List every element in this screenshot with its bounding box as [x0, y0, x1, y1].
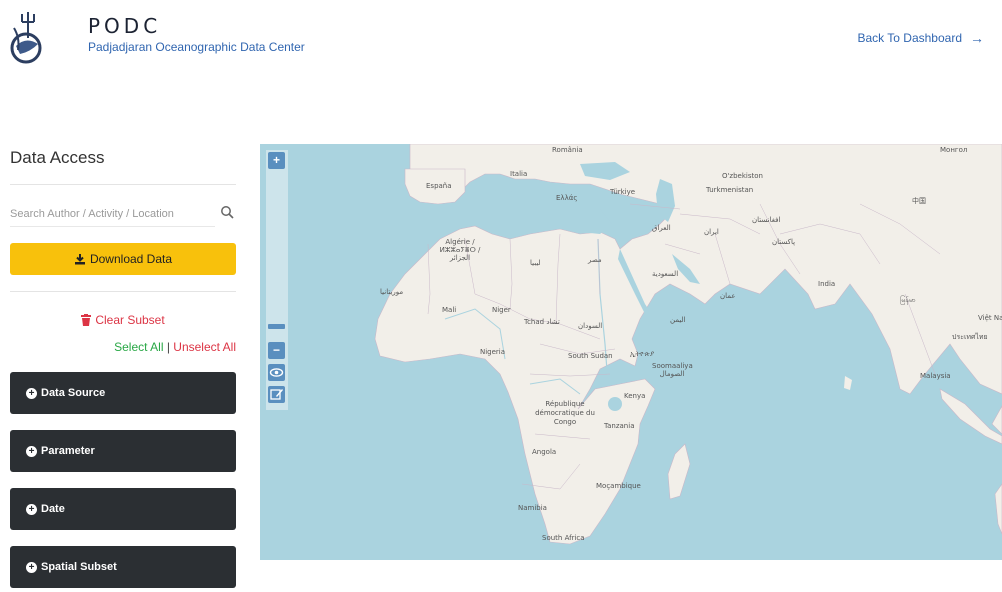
plus-circle-icon: + [26, 387, 37, 399]
map-label-vietnam: Việt Nam [978, 314, 1002, 322]
map-label-egypt: مصر [588, 256, 602, 264]
download-icon [74, 254, 85, 265]
map-label-thailand: ประเทศไทย [952, 333, 988, 341]
map-label-afghanistan: افغانستان [752, 216, 781, 224]
map-label-angola: Angola [532, 448, 557, 456]
map-label-namibia: Namibia [518, 504, 547, 512]
map-label-espana: España [426, 182, 452, 190]
sidebar-title: Data Access [10, 148, 105, 167]
map-label-libya: ليبيا [530, 259, 541, 267]
map-label-ethiopia: ኢትዮጵያ [630, 350, 655, 358]
plus-circle-icon: + [26, 445, 37, 457]
map-label-oman: عمان [720, 292, 736, 300]
map-label-tchad: Tchad تشاد [524, 318, 560, 326]
zoom-in-button[interactable]: + [268, 152, 285, 169]
land-sri-lanka [844, 376, 852, 390]
back-to-dashboard-link[interactable]: Back To Dashboard → [857, 30, 984, 46]
zoom-slider-handle[interactable] [268, 324, 285, 329]
map-label-sudan: السودان [578, 322, 603, 330]
clear-subset-button[interactable]: Clear Subset [10, 312, 236, 328]
map-label-iraq: العراق [652, 224, 671, 232]
map-label-india: India [818, 280, 836, 288]
map-label-ellas: Ελλάς [556, 194, 578, 202]
accordion-parameter[interactable]: + Parameter [10, 430, 236, 472]
accordion-label: Date [41, 503, 65, 515]
trash-icon [81, 314, 92, 326]
zoom-out-button[interactable]: − [268, 342, 285, 359]
map-label-tanzania: Tanzania [604, 422, 635, 430]
map-label-mauritania: موريتانيا [380, 288, 404, 296]
select-all-link[interactable]: Select All [114, 340, 163, 354]
brand-title: PODC [88, 14, 162, 38]
back-to-dashboard-label: Back To Dashboard [857, 31, 962, 45]
map-label-iran: ایران [704, 228, 719, 236]
divider [10, 291, 236, 292]
download-data-button[interactable]: Download Data [10, 243, 236, 275]
header: PODC Padjadjaran Oceanographic Data Cent… [0, 0, 1002, 80]
accordion-date[interactable]: + Date [10, 488, 236, 530]
lake-victoria [608, 397, 622, 411]
map[interactable]: România España Italia Türkiye Ελλάς O'zb… [260, 144, 1002, 560]
map-label-south-sudan: South Sudan [568, 352, 613, 360]
arrow-right-icon: → [970, 30, 984, 46]
map-label-uzbekistan: O'zbekiston [722, 172, 763, 180]
accordion-label: Spatial Subset [41, 561, 117, 573]
map-label-turkmenistan: Turkmenistan [706, 186, 754, 194]
separator: | [166, 340, 170, 354]
unselect-all-link[interactable]: Unselect All [173, 340, 236, 354]
land-sumatra [939, 388, 1002, 445]
land-borneo [991, 405, 1002, 435]
map-label-south-africa: South Africa [542, 534, 585, 542]
search-input[interactable] [10, 201, 215, 227]
map-label-china: 中国 [912, 197, 926, 205]
map-label-drc: République démocratique du Congo [535, 400, 595, 426]
accordion-data-source[interactable]: + Data Source [10, 372, 236, 414]
brand-subtitle: Padjadjaran Oceanographic Data Center [88, 40, 305, 54]
map-label-saudi: السعودية [652, 270, 679, 278]
search-icon[interactable] [220, 205, 234, 219]
map-label-nigeria: Nigeria [480, 348, 506, 356]
layer-visibility-button[interactable] [268, 364, 285, 381]
map-label-pakistan: پاکستان [772, 238, 796, 246]
select-row: Select All | Unselect All [10, 340, 236, 356]
accordion-label: Data Source [41, 387, 106, 399]
edit-icon [270, 389, 283, 400]
clear-subset-label: Clear Subset [95, 313, 165, 327]
map-label-kenya: Kenya [624, 392, 646, 400]
map-label-turkiye: Türkiye [610, 188, 636, 196]
download-data-label: Download Data [89, 252, 173, 266]
map-label-yemen: اليمن [670, 316, 686, 324]
sidebar: Data Access Download Data Clear Subset S… [10, 140, 236, 588]
map-label-italia: Italia [510, 170, 528, 178]
map-label-myanmar: မြန်မာ [900, 296, 916, 304]
map-label-malaysia: Malaysia [920, 372, 951, 380]
sea-mediterranean [465, 189, 612, 236]
podc-logo-icon [10, 12, 42, 64]
map-label-romania: România [552, 146, 583, 154]
land-australia [994, 483, 1002, 535]
map-label-mali: Mali [442, 306, 457, 314]
plus-circle-icon: + [26, 503, 37, 515]
map-label-algeria: Algérie / ⵍⵣⵣⴰⵢⴻⵔ / الجزائر [439, 238, 481, 262]
plus-circle-icon: + [26, 561, 37, 573]
map-label-somalia: Soomaaliya الصومال [652, 362, 693, 378]
accordion-spatial-subset[interactable]: + Spatial Subset [10, 546, 236, 588]
search-wrap [10, 195, 236, 243]
map-label-niger: Niger [492, 306, 511, 314]
land-madagascar [667, 443, 691, 500]
divider [10, 184, 236, 185]
accordion-label: Parameter [41, 445, 95, 457]
map-label-mozambique: Moçambique [596, 482, 641, 490]
eye-icon [269, 368, 284, 377]
draw-edit-button[interactable] [268, 386, 285, 403]
map-label-mongolia: Монгол [940, 146, 968, 154]
